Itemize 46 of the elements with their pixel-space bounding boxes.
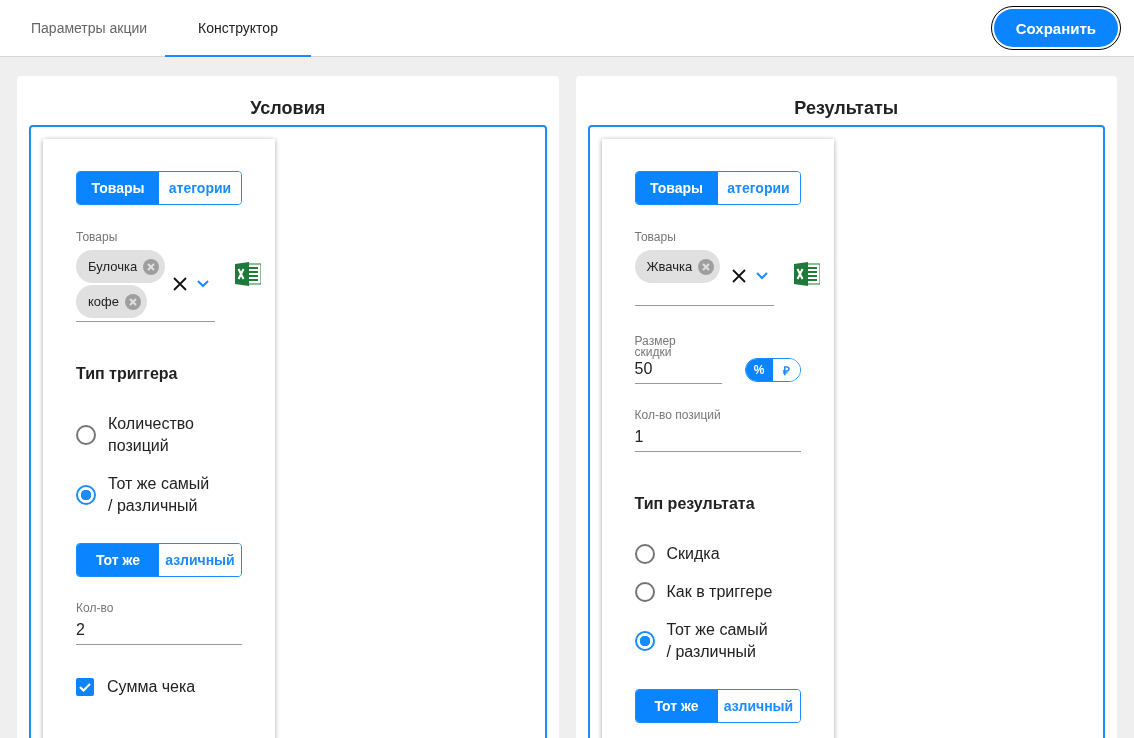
radio-button[interactable] — [634, 631, 655, 651]
spreadsheet-icon[interactable] — [235, 262, 261, 286]
checkbox[interactable] — [76, 678, 94, 696]
radio-button[interactable] — [76, 425, 96, 445]
segment-tab[interactable]: Тот же — [77, 544, 159, 576]
tab[interactable]: Конструктор — [165, 0, 311, 57]
radio-button[interactable] — [76, 485, 96, 505]
radio-label: Количество позиций — [108, 414, 195, 456]
radio-label: Тот же самый / различный — [666, 620, 769, 662]
section-heading: Тип триггера — [76, 365, 179, 383]
panel-title: Результаты — [793, 97, 900, 120]
segment-tab[interactable]: Тот же — [635, 690, 718, 722]
input-field[interactable]: 2 — [76, 615, 242, 645]
section-heading: Тип результата — [634, 495, 756, 513]
save-button[interactable]: Сохранить — [993, 9, 1118, 47]
tab[interactable]: Параметры акции — [13, 0, 166, 57]
clear-icon[interactable] — [173, 277, 187, 291]
remove-icon[interactable] — [143, 258, 160, 275]
checkbox-label: Сумма чека — [107, 678, 197, 696]
field-label: Товары — [634, 230, 677, 244]
radio-button[interactable] — [634, 544, 655, 564]
panel-title: Условия — [249, 97, 327, 120]
chevron-down-icon[interactable] — [197, 280, 209, 288]
product-chip: Жвачка — [634, 250, 721, 283]
input-field[interactable]: 1 — [634, 422, 801, 452]
field-label: Товары — [76, 230, 119, 244]
radio-button[interactable] — [634, 582, 655, 602]
product-select[interactable]: Жвачка — [634, 250, 774, 306]
product-chip: Булочка — [76, 250, 166, 283]
segment-tab[interactable]: Товары — [77, 172, 159, 204]
segment-tab[interactable]: Товары — [635, 172, 718, 204]
spreadsheet-icon[interactable] — [793, 262, 820, 286]
field-label: Размер скидки — [634, 336, 677, 358]
product-select[interactable]: Булочка кофе — [76, 250, 215, 322]
radio-label: Как в триггере — [666, 582, 773, 602]
input-field[interactable]: 50 — [634, 358, 722, 384]
chevron-down-icon[interactable] — [755, 272, 768, 280]
clear-icon[interactable] — [731, 269, 746, 283]
field-label: Кол-во позиций — [634, 408, 722, 422]
radio-label: Скидка — [666, 544, 721, 564]
field-label: Кол-во — [76, 601, 115, 615]
remove-icon[interactable] — [698, 258, 715, 275]
remove-icon[interactable] — [125, 293, 141, 310]
radio-label: Тот же самый / различный — [108, 474, 211, 516]
unit-toggle[interactable]: % — [745, 359, 773, 381]
product-chip: кофе — [76, 285, 147, 318]
